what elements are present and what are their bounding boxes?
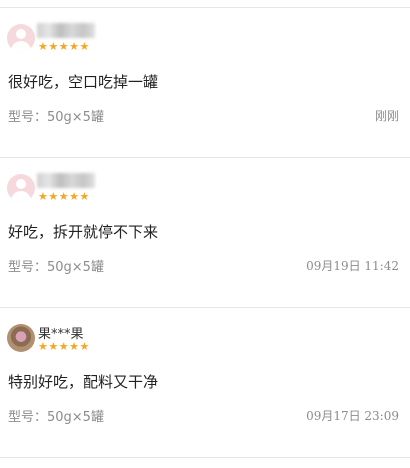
review-text: 特别好吃，配料又干净 <box>8 373 159 391</box>
review-item[interactable]: ★★★★★ 很好吃，空口吃掉一罐 型号：50g×5罐 刚刚 <box>0 8 410 157</box>
product-spec: 型号：50g×5罐 <box>8 110 104 125</box>
star-rating: ★★★★★ <box>38 190 90 203</box>
review-text: 很好吃，空口吃掉一罐 <box>8 73 159 91</box>
review-list: ★★★★★ 很好吃，空口吃掉一罐 型号：50g×5罐 刚刚 ★★★★★ 好吃，拆… <box>0 7 410 458</box>
default-avatar-icon <box>7 174 35 202</box>
default-avatar-icon <box>7 24 35 52</box>
star-rating: ★★★★★ <box>38 340 90 353</box>
review-time: 09月17日 23:09 <box>306 409 399 423</box>
review-item[interactable]: ★★★★★ 好吃，拆开就停不下来 型号：50g×5罐 09月19日 11:42 <box>0 158 410 307</box>
review-time: 09月19日 11:42 <box>306 259 399 273</box>
review-time: 刚刚 <box>374 109 399 123</box>
product-spec: 型号：50g×5罐 <box>8 260 104 275</box>
divider <box>0 457 410 458</box>
reviewer-name-blurred <box>37 173 95 188</box>
review-item[interactable]: 果***果 ★★★★★ 特别好吃，配料又干净 型号：50g×5罐 09月17日 … <box>0 308 410 457</box>
review-text: 好吃，拆开就停不下来 <box>8 223 159 241</box>
reviewer-name-blurred <box>37 23 95 38</box>
star-rating: ★★★★★ <box>38 40 90 53</box>
product-spec: 型号：50g×5罐 <box>8 410 104 425</box>
avatar <box>7 324 35 352</box>
